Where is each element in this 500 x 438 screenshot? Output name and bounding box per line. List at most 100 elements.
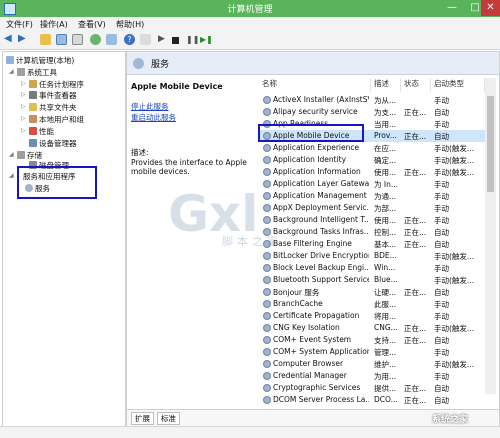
- collapse-arrow-icon[interactable]: ◢: [9, 151, 14, 158]
- table-row[interactable]: Computer Browser 维护... 手动(触发...: [259, 358, 495, 370]
- help-icon[interactable]: ?: [124, 34, 135, 45]
- service-description-cell: 为 In...: [374, 180, 399, 189]
- service-description-cell: 为用...: [374, 372, 397, 381]
- table-row[interactable]: Alipay security service 为支... 正在... 自动: [259, 106, 495, 118]
- start-service-icon[interactable]: ▶: [158, 34, 169, 45]
- table-row[interactable]: Cryptographic Services 提供... 正在... 自动: [259, 382, 495, 394]
- tree-task-scheduler[interactable]: 任务计划程序: [29, 79, 84, 90]
- action-pane-icon[interactable]: [140, 34, 151, 45]
- minimize-button[interactable]: —: [440, 0, 464, 16]
- service-description-cell: 为从...: [374, 96, 397, 105]
- pane-title: 服务: [151, 60, 170, 70]
- tree-local-users[interactable]: 本地用户和组: [29, 114, 84, 125]
- tree-event-viewer[interactable]: 事件查看器: [29, 90, 77, 101]
- service-startup-cell: 手动: [434, 96, 449, 105]
- table-row[interactable]: Certificate Propagation 将用... 手动: [259, 310, 495, 322]
- expand-arrow-icon[interactable]: ▷: [21, 80, 26, 87]
- pause-service-icon[interactable]: ❚❚: [186, 34, 199, 45]
- expand-arrow-icon[interactable]: ▷: [21, 115, 26, 122]
- service-gear-icon: [263, 396, 271, 404]
- restart-service-link[interactable]: 重启动此服务: [131, 112, 249, 123]
- service-status-cell: 正在...: [404, 336, 427, 345]
- service-startup-cell: 自动: [434, 384, 449, 393]
- table-row[interactable]: Bonjour 服务 让硬... 正在... 自动: [259, 286, 495, 298]
- tree-root[interactable]: 计算机管理(本地): [6, 55, 74, 66]
- scrollbar-thumb[interactable]: [487, 96, 494, 192]
- column-header-startup-type[interactable]: 启动类型: [431, 78, 485, 92]
- service-gear-icon: [263, 324, 271, 332]
- table-row[interactable]: COM+ System Application 管理... 手动: [259, 346, 495, 358]
- stop-service-link[interactable]: 停止此服务: [131, 101, 249, 112]
- expand-arrow-icon[interactable]: ▷: [21, 103, 26, 110]
- table-row[interactable]: BitLocker Drive Encryption... BDE... 手动(触发…: [259, 250, 495, 262]
- tree-shared-folders[interactable]: 共享文件夹: [29, 102, 77, 113]
- table-row[interactable]: COM+ Event System 支持... 正在... 自动: [259, 334, 495, 346]
- service-name-cell: CNG Key Isolation: [273, 323, 340, 332]
- table-row[interactable]: Application Management 为通... 手动: [259, 190, 495, 202]
- expand-arrow-icon[interactable]: ▷: [21, 91, 26, 98]
- refresh-icon[interactable]: [90, 34, 101, 45]
- close-button[interactable]: ✕: [481, 0, 500, 16]
- service-description-cell: DCO...: [374, 395, 398, 404]
- tree-system-tools[interactable]: 系统工具: [17, 67, 57, 78]
- export-list-icon[interactable]: [106, 34, 117, 45]
- table-row[interactable]: Application Layer Gatewa... 为 In... 手动: [259, 178, 495, 190]
- back-arrow-icon[interactable]: ◀: [4, 34, 15, 45]
- window-title: 计算机管理: [227, 5, 273, 15]
- tab-extended[interactable]: 扩展: [131, 412, 154, 425]
- service-name-cell: BranchCache: [273, 299, 323, 308]
- service-startup-cell: 手动(触发...: [434, 360, 475, 369]
- service-name-cell: Application Experience: [273, 143, 360, 152]
- vertical-scrollbar[interactable]: [485, 78, 496, 394]
- restart-service-icon[interactable]: ▶❚: [200, 34, 213, 45]
- service-description-cell: 在应...: [374, 144, 397, 153]
- service-description-cell: 基本...: [374, 240, 397, 249]
- service-gear-icon: [263, 252, 271, 260]
- service-name-cell: Bluetooth Support Service: [273, 275, 369, 284]
- table-row[interactable]: Application Identity 确定... 手动(触发...: [259, 154, 495, 166]
- tree-storage-label: 存储: [27, 151, 42, 160]
- service-gear-icon: [263, 312, 271, 320]
- service-gear-icon: [263, 180, 271, 188]
- menu-action[interactable]: 操作(A): [40, 19, 68, 30]
- table-row[interactable]: Background Intelligent T... 使用... 正在... 手动: [259, 214, 495, 226]
- tree-root-label: 计算机管理(本地): [16, 56, 75, 65]
- stop-service-icon[interactable]: [172, 37, 179, 44]
- menu-help[interactable]: 帮助(H): [116, 19, 144, 30]
- table-row[interactable]: ActiveX Installer (AxInstSV) 为从... 手动: [259, 94, 495, 106]
- column-header-status[interactable]: 状态: [401, 78, 431, 92]
- table-row[interactable]: Background Tasks Infras... 控制... 正在... 自动: [259, 226, 495, 238]
- collapse-arrow-icon[interactable]: ◢: [9, 172, 14, 179]
- collapse-arrow-icon[interactable]: ◢: [9, 68, 14, 75]
- up-folder-icon[interactable]: [40, 34, 51, 45]
- service-gear-icon: [263, 204, 271, 212]
- show-hide-tree-icon[interactable]: [56, 34, 67, 45]
- table-row[interactable]: Application Information 使用... 正在... 手动(触发..…: [259, 166, 495, 178]
- service-startup-cell: 手动(触发...: [434, 324, 475, 333]
- menu-file[interactable]: 文件(F): [6, 19, 33, 30]
- service-startup-cell: 手动(触发...: [434, 276, 475, 285]
- table-row[interactable]: BranchCache 此服... 手动: [259, 298, 495, 310]
- table-row[interactable]: Credential Manager 为用... 手动: [259, 370, 495, 382]
- table-row[interactable]: Bluetooth Support Service Blue... 手动(触发...: [259, 274, 495, 286]
- menu-view[interactable]: 查看(V): [78, 19, 106, 30]
- service-name-cell: DCOM Server Process La...: [273, 395, 369, 404]
- service-description-cell: 使用...: [374, 168, 397, 177]
- table-row[interactable]: Block Level Backup Engi... Win... 手动: [259, 262, 495, 274]
- table-row[interactable]: AppX Deployment Servic... 为部... 手动: [259, 202, 495, 214]
- expand-arrow-icon[interactable]: ▷: [21, 127, 26, 134]
- tree-device-manager-label: 设备管理器: [39, 139, 77, 148]
- properties-icon[interactable]: [72, 34, 83, 45]
- table-row[interactable]: CNG Key Isolation CNG... 正在... 手动(触发...: [259, 322, 495, 334]
- tree-device-manager[interactable]: 设备管理器: [29, 138, 77, 149]
- table-row[interactable]: Base Filtering Engine 基本... 正在... 自动: [259, 238, 495, 250]
- service-gear-icon: [263, 108, 271, 116]
- column-header-description[interactable]: 描述: [371, 78, 401, 92]
- tree-performance[interactable]: 性能: [29, 126, 54, 137]
- table-row[interactable]: Application Experience 在应... 手动(触发...: [259, 142, 495, 154]
- column-header-name[interactable]: 名称: [259, 78, 371, 92]
- forward-arrow-icon[interactable]: ▶: [18, 34, 29, 45]
- highlight-box: [17, 166, 97, 199]
- tab-standard[interactable]: 标准: [157, 412, 180, 425]
- service-startup-cell: 手动: [434, 192, 449, 201]
